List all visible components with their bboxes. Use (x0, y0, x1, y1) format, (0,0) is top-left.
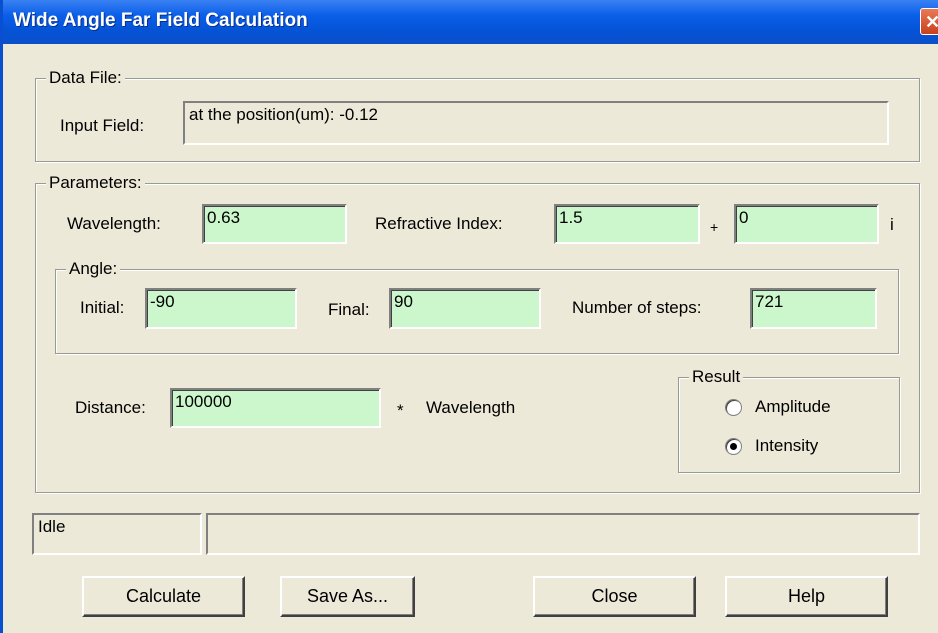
status-text: Idle (32, 513, 202, 555)
refractive-index-real-input[interactable]: 1.5 (554, 204, 700, 244)
parameters-group: Parameters: Wavelength: 0.63 Refractive … (35, 172, 920, 493)
refractive-index-label: Refractive Index: (375, 214, 503, 233)
title-bar[interactable]: Wide Angle Far Field Calculation ✕ (3, 0, 938, 44)
help-button[interactable]: Help (725, 576, 888, 617)
result-group: Result Amplitude Intensity (678, 366, 900, 473)
input-field-label: Input Field: (60, 116, 145, 135)
plus-sign: + (710, 219, 719, 235)
number-of-steps-input[interactable]: 721 (750, 288, 877, 329)
intensity-radio-option[interactable]: Intensity (679, 430, 899, 464)
times-sign: * (397, 401, 404, 420)
amplitude-radio-option[interactable]: Amplitude (679, 390, 899, 424)
input-field-display: at the position(um): -0.12 (183, 101, 889, 145)
initial-angle-input[interactable]: -90 (145, 288, 297, 329)
status-message-panel (206, 513, 920, 555)
angle-group: Angle: Initial: -90 Final: 90 Number of … (55, 258, 899, 354)
final-angle-input[interactable]: 90 (389, 288, 541, 329)
wavelength-input[interactable]: 0.63 (202, 204, 347, 244)
initial-label: Initial: (80, 298, 125, 317)
distance-input[interactable]: 100000 (170, 388, 381, 428)
distance-label: Distance: (75, 398, 146, 417)
calculate-button[interactable]: Calculate (82, 576, 245, 617)
angle-legend: Angle: (66, 258, 121, 280)
intensity-label: Intensity (755, 436, 819, 455)
refractive-index-imag-input[interactable]: 0 (734, 204, 879, 244)
close-button[interactable]: Close (533, 576, 696, 617)
radio-selected-dot (730, 443, 737, 450)
final-label: Final: (328, 300, 370, 319)
amplitude-label: Amplitude (755, 397, 831, 416)
parameters-legend: Parameters: (46, 172, 145, 194)
distance-unit-label: Wavelength (426, 398, 516, 417)
close-window-icon[interactable]: ✕ (920, 8, 938, 35)
window-title: Wide Angle Far Field Calculation (13, 10, 308, 31)
number-of-steps-label: Number of steps: (572, 298, 702, 317)
save-as-button[interactable]: Save As... (280, 576, 415, 617)
wavelength-label: Wavelength: (67, 214, 161, 233)
dialog-window: Wide Angle Far Field Calculation ✕ Data … (0, 0, 938, 633)
imaginary-unit-label: i (890, 215, 894, 234)
intensity-radio-button[interactable] (725, 438, 742, 455)
data-file-legend: Data File: (46, 67, 125, 89)
data-file-group: Data File: Input Field: at the position(… (35, 67, 920, 162)
amplitude-radio-button[interactable] (725, 399, 742, 416)
result-legend: Result (689, 366, 744, 388)
